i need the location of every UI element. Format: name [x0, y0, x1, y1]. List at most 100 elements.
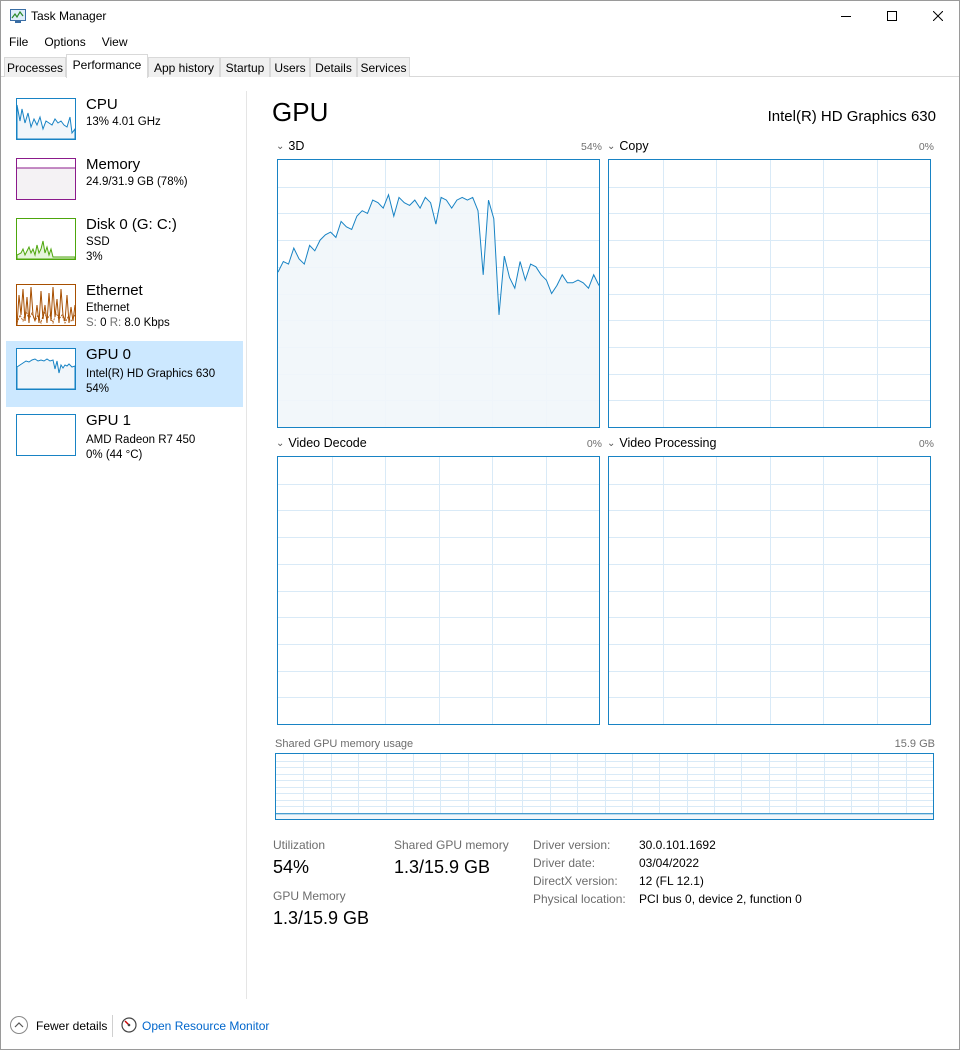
menu-view[interactable]: View	[94, 32, 136, 52]
sidebar-ethernet-throughput: S: 0 R: 8.0 Kbps	[86, 317, 170, 329]
ethernet-thumbnail-graph	[16, 284, 76, 326]
sidebar-disk-type: SSD	[86, 236, 110, 248]
sidebar-cpu-title: CPU	[86, 96, 118, 113]
tab-app-history[interactable]: App history	[148, 57, 220, 77]
engine-video-processing-label: Video Processing	[619, 436, 717, 450]
minimize-button[interactable]	[823, 1, 869, 31]
sidebar-ethernet-title: Ethernet	[86, 282, 143, 299]
sidebar-gpu1-name: AMD Radeon R7 450	[86, 434, 196, 446]
title-bar: Task Manager	[1, 1, 959, 31]
sidebar-gpu0-title: GPU 0	[86, 346, 132, 363]
sidebar-item-gpu0[interactable]: GPU 0 Intel(R) HD Graphics 630 54%	[6, 341, 243, 407]
menu-file[interactable]: File	[1, 32, 36, 52]
gpu1-thumbnail-graph	[16, 414, 76, 456]
close-icon	[933, 11, 943, 21]
page-title: GPU	[272, 97, 329, 127]
shared-memory-graph	[275, 753, 934, 820]
driver-version-value: 30.0.101.1692	[639, 838, 716, 852]
chevron-down-icon: ⌄	[607, 141, 616, 152]
footer-divider	[112, 1015, 113, 1037]
engine-video-decode-selector[interactable]: ⌄ Video Decode	[276, 436, 367, 450]
maximize-icon	[887, 11, 897, 21]
sidebar-item-ethernet[interactable]: Ethernet Ethernet S: 0 R: 8.0 Kbps	[6, 277, 243, 343]
footer-bar: Fewer details Open Resource Monitor	[1, 1011, 959, 1041]
gpu-memory-value: 1.3/15.9 GB	[273, 908, 370, 928]
tab-details[interactable]: Details	[310, 57, 357, 77]
driver-date-value: 03/04/2022	[639, 856, 700, 870]
engine-video-decode-percent: 0%	[586, 438, 602, 450]
shared-memory-graph-label: Shared GPU memory usage	[275, 738, 414, 750]
engine-copy-selector[interactable]: ⌄ Copy	[607, 139, 649, 153]
utilization-value: 54%	[273, 857, 310, 877]
engine-3d-area	[278, 194, 599, 427]
tab-performance[interactable]: Performance	[66, 54, 148, 78]
sidebar-gpu0-name: Intel(R) HD Graphics 630	[86, 368, 216, 380]
driver-version-label: Driver version:	[533, 838, 611, 852]
sidebar-disk-title: Disk 0 (G: C:)	[86, 216, 177, 233]
open-resource-monitor-link[interactable]: Open Resource Monitor	[142, 1019, 269, 1033]
engine-video-processing-selector[interactable]: ⌄ Video Processing	[607, 436, 716, 450]
close-button[interactable]	[915, 1, 960, 31]
sidebar-gpu0-usage: 54%	[86, 383, 110, 395]
physical-location-label: Physical location:	[533, 892, 626, 906]
engine-video-processing-percent: 0%	[918, 438, 934, 450]
sidebar-item-memory[interactable]: Memory 24.9/31.9 GB (78%)	[6, 151, 243, 217]
fewer-details-link[interactable]: Fewer details	[36, 1019, 107, 1033]
engine-3d-selector[interactable]: ⌄ 3D	[276, 139, 304, 153]
minimize-icon	[841, 16, 851, 17]
ethernet-send-label: S:	[86, 317, 97, 329]
ethernet-recv-value: 8.0 Kbps	[124, 317, 170, 329]
utilization-label: Utilization	[273, 838, 326, 852]
tab-users[interactable]: Users	[270, 57, 310, 77]
maximize-button[interactable]	[869, 1, 915, 31]
sidebar-memory-detail: 24.9/31.9 GB (78%)	[86, 176, 188, 188]
directx-version-value: 12 (FL 12.1)	[639, 874, 704, 888]
sidebar-gpu1-usage: 0% (44 °C)	[86, 449, 143, 461]
sidebar-item-disk[interactable]: Disk 0 (G: C:) SSD 3%	[6, 211, 243, 277]
sidebar-ethernet-adapter: Ethernet	[86, 302, 130, 314]
tab-startup[interactable]: Startup	[220, 57, 270, 77]
engine-3d-percent: 54%	[580, 141, 602, 153]
tab-services[interactable]: Services	[357, 57, 410, 77]
shared-gpu-memory-label: Shared GPU memory	[394, 838, 509, 852]
gpu-memory-label: GPU Memory	[273, 889, 346, 903]
engine-copy-percent: 0%	[918, 141, 934, 153]
directx-version-label: DirectX version:	[533, 874, 618, 888]
physical-location-value: PCI bus 0, device 2, function 0	[639, 892, 802, 906]
cpu-thumbnail-graph	[16, 98, 76, 140]
engine-3d-graph	[277, 159, 600, 428]
shared-memory-area	[276, 813, 933, 819]
sidebar-disk-usage: 3%	[86, 251, 103, 263]
chevron-up-icon	[14, 1022, 24, 1028]
engine-video-decode-label: Video Decode	[288, 436, 367, 450]
sidebar-memory-title: Memory	[86, 156, 141, 173]
resource-monitor-icon	[121, 1017, 137, 1033]
gpu0-thumbnail-graph	[16, 348, 76, 390]
engine-copy-graph	[608, 159, 931, 428]
menu-bar: File Options View	[1, 32, 136, 52]
disk-thumbnail-graph	[16, 218, 76, 260]
driver-date-label: Driver date:	[533, 856, 596, 870]
sidebar-item-gpu1[interactable]: GPU 1 AMD Radeon R7 450 0% (44 °C)	[6, 407, 243, 473]
menu-options[interactable]: Options	[36, 32, 93, 52]
fewer-details-button[interactable]	[10, 1016, 28, 1034]
shared-gpu-memory-value: 1.3/15.9 GB	[394, 857, 491, 877]
tab-processes[interactable]: Processes	[4, 57, 66, 77]
sidebar-gpu1-title: GPU 1	[86, 412, 132, 429]
task-manager-window: Task Manager File Options View Processes…	[0, 0, 960, 1050]
engine-video-processing-graph	[608, 456, 931, 725]
gpu-device-name: Intel(R) HD Graphics 630	[767, 108, 936, 125]
chevron-down-icon: ⌄	[607, 438, 616, 449]
window-title: Task Manager	[31, 9, 107, 23]
resource-sidebar: CPU 13% 4.01 GHz Memory 24.9/31.9 GB (78…	[1, 91, 247, 999]
memory-thumbnail-graph	[16, 158, 76, 200]
task-manager-app-icon	[10, 9, 26, 23]
chevron-down-icon: ⌄	[276, 438, 285, 449]
sidebar-cpu-detail: 13% 4.01 GHz	[86, 116, 161, 128]
engine-3d-label: 3D	[288, 139, 305, 153]
sidebar-item-cpu[interactable]: CPU 13% 4.01 GHz	[6, 91, 243, 157]
ethernet-send-value: 0	[100, 317, 107, 329]
chevron-down-icon: ⌄	[276, 141, 285, 152]
ethernet-recv-label: R:	[109, 317, 122, 329]
engine-video-decode-graph	[277, 456, 600, 725]
